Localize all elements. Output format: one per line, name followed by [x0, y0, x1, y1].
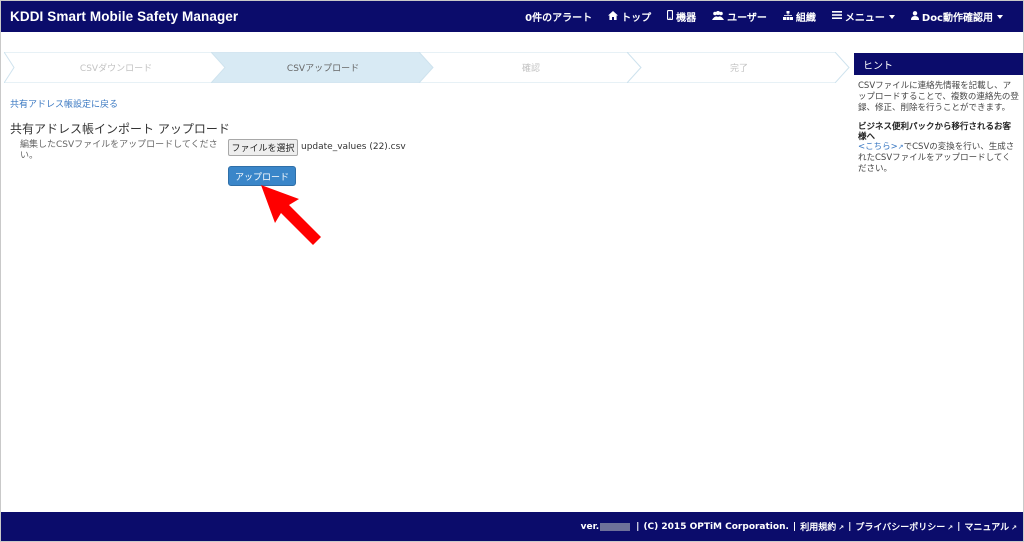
hint-panel: ヒント CSVファイルに連絡先情報を記載し、アップロードすることで、複数の連絡先… — [854, 53, 1023, 183]
external-link-icon: ↗ — [838, 524, 845, 532]
step-complete: 完了 — [627, 52, 851, 83]
nav-top-label: トップ — [621, 13, 652, 24]
nav-account-label: Doc動作確認用 — [921, 13, 993, 24]
hint-title: ヒント — [854, 53, 1023, 75]
nav-users[interactable]: ユーザー — [704, 1, 775, 32]
privacy-link[interactable]: プライバシーポリシー ↗ — [855, 520, 953, 533]
home-icon — [608, 10, 619, 23]
choose-file-button[interactable]: ファイルを選択 — [228, 139, 298, 156]
step-label: 完了 — [729, 64, 748, 74]
red-arrow-annotation — [261, 185, 321, 245]
step-label: CSVダウンロード — [79, 64, 153, 74]
brand-title[interactable]: KDDI Smart Mobile Safety Manager — [1, 9, 238, 24]
hint-subtitle: ビジネス便利パックから移行されるお客様へ — [858, 122, 1012, 142]
nav-menu-label: メニュー — [844, 13, 885, 24]
terms-link[interactable]: 利用規約 ↗ — [800, 520, 844, 533]
mobile-icon — [666, 9, 674, 23]
nav-menu: 0件のアラート トップ 機器 ユーザー 組織 メニュー Doc動作確認用 — [517, 1, 1023, 32]
here-link[interactable]: <こちら> — [858, 142, 898, 152]
chevron-down-icon — [997, 14, 1003, 19]
upload-description: 編集したCSVファイルをアップロードしてください。 — [20, 140, 218, 161]
external-link-icon: ↗ — [1011, 524, 1017, 532]
step-csv-upload: CSVアップロード — [211, 52, 435, 83]
nav-alerts[interactable]: 0件のアラート — [517, 1, 600, 32]
step-label: 確認 — [521, 64, 540, 74]
external-link-icon: ↗ — [947, 524, 954, 532]
chevron-down-icon — [888, 14, 895, 19]
nav-alerts-label: 0件のアラート — [525, 13, 593, 24]
nav-org-label: 組織 — [795, 13, 816, 24]
version-redacted — [600, 522, 631, 531]
list-icon — [831, 11, 842, 22]
step-confirm: 確認 — [419, 52, 643, 83]
nav-devices-label: 機器 — [676, 13, 697, 24]
manual-label: マニュアル — [964, 523, 1010, 533]
step-label: CSVアップロード — [286, 64, 360, 74]
hint-migration-text: <こちら>↗でCSVの変換を行い、生成されたCSVファイルをアップロードしてくだ… — [858, 142, 1019, 175]
footer: ver. | (C) 2015 OPTiM Corporation. | 利用規… — [1, 512, 1023, 541]
copyright: (C) 2015 OPTiM Corporation. — [643, 521, 789, 532]
step-csv-download: CSVダウンロード — [4, 52, 228, 83]
manual-link[interactable]: マニュアル ↗ — [964, 520, 1017, 533]
nav-menu-dropdown[interactable]: メニュー — [824, 1, 903, 32]
hint-text: CSVファイルに連絡先情報を記載し、アップロードすることで、複数の連絡先の登録、… — [858, 81, 1019, 113]
wizard-steps: CSVダウンロード CSVアップロード 確認 完了 — [4, 52, 851, 83]
nav-users-label: ユーザー — [727, 13, 767, 24]
nav-top[interactable]: トップ — [600, 1, 659, 32]
page-title: 共有アドレス帳インポート アップロード — [10, 122, 230, 136]
user-icon — [910, 10, 919, 23]
nav-org[interactable]: 組織 — [775, 1, 824, 32]
terms-label: 利用規約 — [800, 523, 837, 533]
nav-account-dropdown[interactable]: Doc動作確認用 — [903, 1, 1011, 32]
sitemap-icon — [782, 10, 793, 23]
back-to-settings-link[interactable]: 共有アドレス帳設定に戻る — [10, 97, 118, 110]
privacy-label: プライバシーポリシー — [855, 523, 946, 533]
selected-file-name: update_values (22).csv — [301, 142, 406, 152]
users-icon — [712, 10, 725, 23]
hint-body: CSVファイルに連絡先情報を記載し、アップロードすることで、複数の連絡先の登録、… — [854, 75, 1023, 175]
top-navbar: KDDI Smart Mobile Safety Manager 0件のアラート… — [1, 1, 1023, 32]
version-prefix: ver. — [580, 521, 600, 532]
nav-devices[interactable]: 機器 — [659, 1, 704, 32]
